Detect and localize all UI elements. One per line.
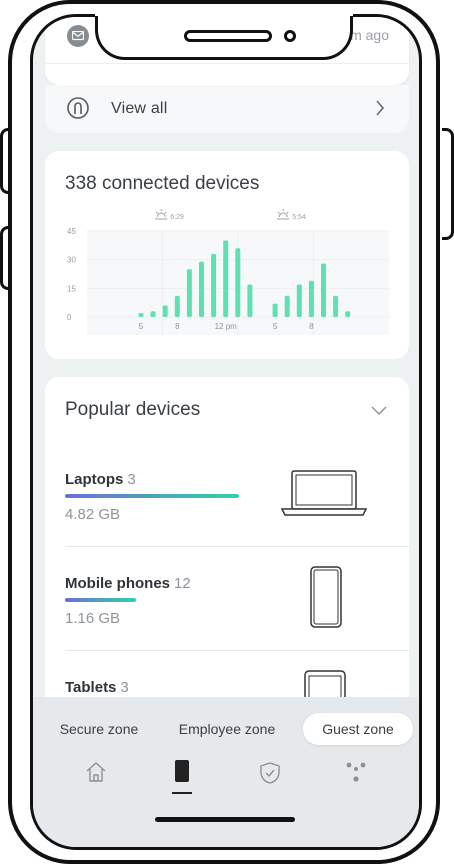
connected-devices-card[interactable]: 338 connected devices 45 30 15 0 5 8 12 pm 5 8 6:… xyxy=(45,151,409,359)
device-icon[interactable] xyxy=(173,759,191,783)
zone-tab-secure[interactable]: Secure zone xyxy=(47,713,151,745)
home-icon[interactable] xyxy=(85,761,107,783)
chart-bar xyxy=(199,261,204,317)
device-count: 3 xyxy=(127,471,136,488)
chart-bar xyxy=(308,280,314,317)
usage-bar xyxy=(65,494,239,498)
chart-y-tick-label: 0 xyxy=(67,313,72,322)
device-item-mobile-phones[interactable]: Mobile phones 12 1.16 GB xyxy=(65,575,409,627)
device-count: 12 xyxy=(174,575,191,592)
divider xyxy=(65,546,409,547)
divider xyxy=(65,650,409,651)
chart-bar xyxy=(345,311,351,317)
chart-bar xyxy=(174,295,180,317)
view-all-label: View all xyxy=(111,100,168,117)
chart-y-tick-label: 45 xyxy=(67,227,76,236)
chart-annotation-label: 6:29 xyxy=(170,214,184,221)
chevron-down-icon[interactable] xyxy=(371,403,387,421)
device-usage: 1.16 GB xyxy=(65,610,121,627)
home-indicator xyxy=(155,817,295,822)
device-name: Mobile phones 12 xyxy=(65,575,191,592)
chart-bar xyxy=(284,295,290,317)
chart-x-tick-label: 8 xyxy=(309,322,314,331)
chart-x-tick-label: 5 xyxy=(139,322,144,331)
chart-bar xyxy=(223,240,229,317)
chart-bar xyxy=(272,303,278,317)
notifications-group-icon xyxy=(67,97,89,124)
chart-y-tick-label: 15 xyxy=(67,284,76,293)
front-camera xyxy=(284,30,296,42)
device-name: Tablets 3 xyxy=(65,679,129,696)
chart-bar xyxy=(321,263,326,317)
chart-bar xyxy=(186,269,192,317)
sunrise-icon xyxy=(155,209,168,220)
chart-annotation-label: 5:54 xyxy=(292,214,306,221)
chart-bar xyxy=(138,313,144,317)
phone-icon xyxy=(310,566,342,628)
phone-notch xyxy=(95,10,353,60)
popular-devices-title: Popular devices xyxy=(65,399,201,420)
chart-bar xyxy=(150,311,156,317)
device-item-tablets[interactable]: Tablets 3 xyxy=(65,679,409,696)
device-count: 3 xyxy=(120,679,129,696)
chart-bar xyxy=(162,305,168,317)
chart-x-tick-label: 8 xyxy=(175,322,180,331)
laptop-icon xyxy=(281,470,367,516)
shield-icon[interactable] xyxy=(259,761,281,785)
speaker-grille xyxy=(184,30,272,42)
bottom-bar: Secure zone Employee zone Guest zone xyxy=(33,697,419,847)
power-button xyxy=(442,128,454,240)
chart-bar xyxy=(296,284,302,317)
mail-icon xyxy=(67,25,89,47)
usage-bar xyxy=(65,598,137,602)
devices-bar-chart: 45 30 15 0 5 8 12 pm 5 8 6:29 5:54 xyxy=(67,209,389,335)
chart-bar xyxy=(247,284,253,317)
notification-time: m ago xyxy=(350,27,389,43)
chart-x-tick-label: 5 xyxy=(273,322,278,331)
zone-tab-employee[interactable]: Employee zone xyxy=(171,713,283,745)
view-all-button[interactable]: View all xyxy=(45,85,409,133)
chart-bar xyxy=(211,253,217,317)
chart-y-tick-label: 30 xyxy=(67,256,76,265)
active-tab-indicator xyxy=(172,792,192,794)
zone-tab-guest[interactable]: Guest zone xyxy=(303,713,413,745)
network-icon[interactable] xyxy=(345,761,367,783)
connected-devices-title: 338 connected devices xyxy=(65,173,260,194)
chart-bar xyxy=(235,248,241,317)
chart-x-tick-label: 12 pm xyxy=(215,322,238,331)
sunset-icon xyxy=(277,209,290,220)
divider xyxy=(45,63,409,64)
app-screen: m ago View all 338 connected devices 45 3… xyxy=(30,14,422,850)
chart-bar xyxy=(333,295,339,317)
chevron-right-icon xyxy=(375,100,385,121)
